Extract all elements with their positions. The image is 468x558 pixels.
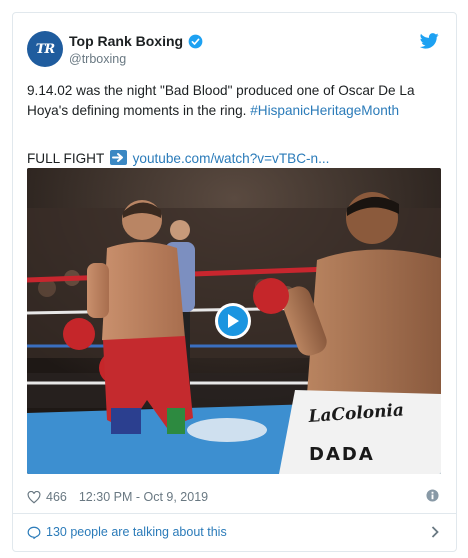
author-info[interactable]: Top Rank Boxing @trboxing [69, 33, 203, 66]
tweet-meta: 466 12:30 PM - Oct 9, 2019 [27, 487, 441, 507]
chevron-right-icon [431, 526, 439, 538]
conversation-label: 130 people are talking about this [46, 525, 227, 539]
verified-icon [188, 34, 203, 48]
heart-icon[interactable] [27, 490, 41, 504]
youtube-link[interactable]: youtube.com/watch?v=vTBC-n... [133, 151, 330, 166]
speech-bubble-icon [27, 526, 41, 539]
arrow-right-icon [109, 150, 127, 165]
play-button[interactable] [215, 303, 251, 339]
display-name[interactable]: Top Rank Boxing [69, 33, 183, 49]
avatar[interactable]: TR [27, 31, 63, 67]
twitter-bird-icon[interactable] [420, 33, 439, 49]
full-fight-line: FULL FIGHT youtube.com/watch?v=vTBC-n... [27, 149, 329, 169]
trunks-text-2: DADA [309, 444, 375, 465]
play-icon [228, 314, 239, 328]
timestamp[interactable]: 12:30 PM - Oct 9, 2019 [79, 490, 208, 504]
avatar-initials: TR [35, 41, 56, 57]
tweet-header: TR Top Rank Boxing @trboxing [27, 31, 443, 71]
info-icon[interactable] [426, 489, 439, 502]
video-thumbnail[interactable]: LaColonia DADA [27, 168, 441, 474]
conversation-link[interactable]: 130 people are talking about this [27, 521, 441, 543]
like-count[interactable]: 466 [46, 490, 67, 504]
handle[interactable]: @trboxing [69, 52, 203, 66]
divider [13, 513, 456, 514]
tweet-text: 9.14.02 was the night "Bad Blood" produc… [27, 81, 437, 121]
hashtag-link[interactable]: #HispanicHeritageMonth [250, 103, 399, 118]
embedded-tweet-card: TR Top Rank Boxing @trboxing 9.14.02 was… [12, 12, 457, 552]
full-fight-label: FULL FIGHT [27, 151, 105, 166]
